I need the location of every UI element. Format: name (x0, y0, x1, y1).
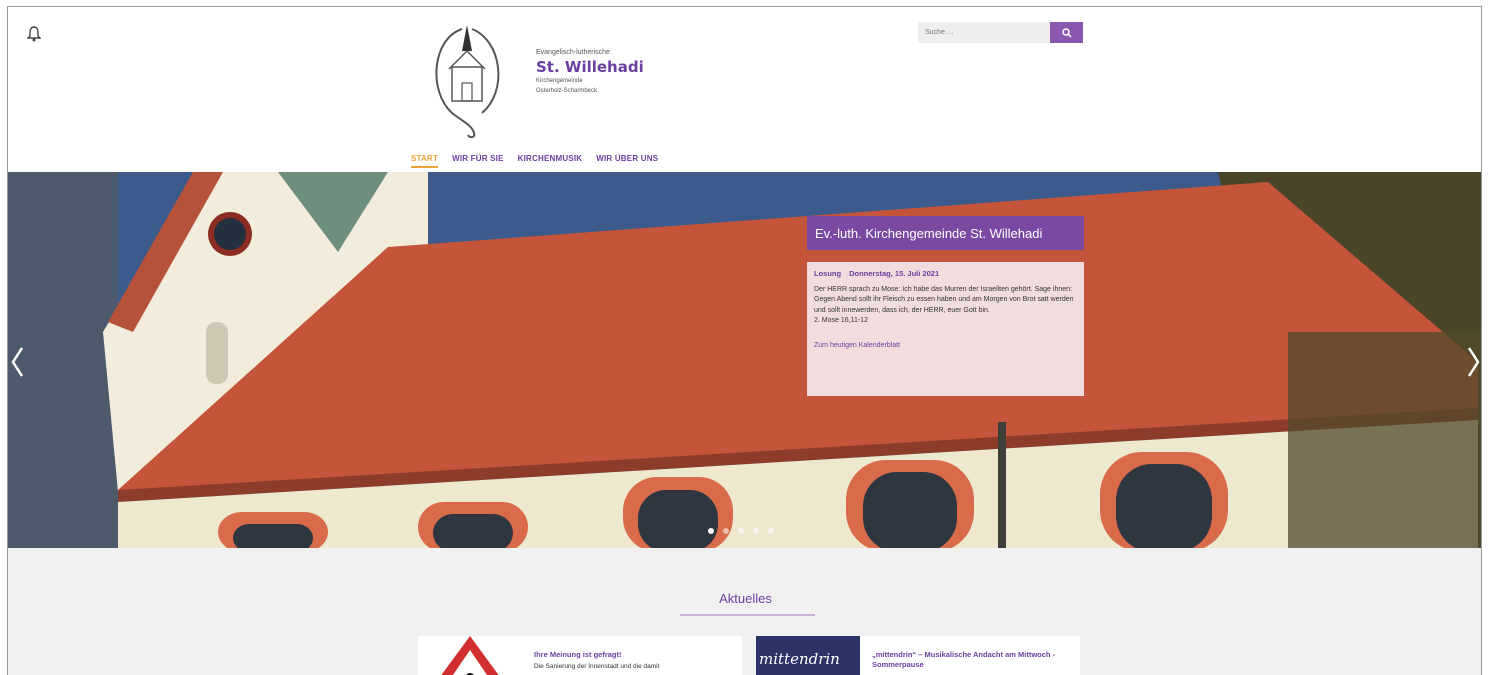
slide-indicators (708, 528, 774, 534)
news-section: Aktuelles Ihre Meinung ist gefragt! Die … (8, 548, 1481, 675)
browser-page: Evangelisch-lutherische St. Willehadi Ki… (7, 6, 1482, 675)
church-photo (8, 172, 1481, 548)
logo-pretitle: Evangelisch-lutherische (536, 49, 610, 56)
mittendrin-image-text: mittendrin (759, 650, 840, 668)
logo-name: St. Willehadi (536, 58, 644, 76)
main-nav: START WIR FÜR SIE KIRCHENMUSIK WIR ÜBER … (411, 154, 658, 168)
slide-dot[interactable] (738, 528, 744, 534)
prev-slide-arrow[interactable] (8, 342, 28, 382)
news-title: Aktuelles (719, 591, 772, 606)
news-card-body: Die Sanierung der Innenstadt und die dam… (534, 663, 660, 670)
losung-verse: Der HERR sprach zu Mose: Ich habe das Mu… (814, 285, 1074, 314)
news-card-text: „mittendrin“ – Musikalische Andacht am M… (872, 650, 1072, 670)
losung-label: Losung (814, 269, 842, 278)
hero-slider: Ev.-luth. Kirchengemeinde St. Willehadi … (8, 172, 1482, 548)
losung-date: Donnerstag, 15. Juli 2021 (849, 269, 940, 278)
search-icon (1061, 27, 1072, 38)
losung-box: Losung Donnerstag, 15. Juli 2021 Der HERR… (807, 262, 1084, 396)
bell-icon[interactable] (27, 26, 41, 42)
next-slide-arrow[interactable] (1463, 342, 1482, 382)
logo-subtitle-1: Kirchengemeinde (536, 78, 583, 84)
nav-item-wir-fuer-sie[interactable]: WIR FÜR SIE (452, 154, 504, 168)
slide-dot[interactable] (753, 528, 759, 534)
news-card-text: Ihre Meinung ist gefragt! Die Sanierung … (534, 650, 734, 670)
search-input[interactable] (918, 22, 1050, 43)
search-button[interactable] (1050, 22, 1083, 43)
losung-reference: 2. Mose 16,11-12 (814, 317, 868, 324)
news-card-title: Ihre Meinung ist gefragt! (534, 650, 622, 659)
nav-item-start[interactable]: START (411, 154, 439, 168)
losung-header: Losung Donnerstag, 15. Juli 2021 (814, 269, 1077, 280)
news-card-title: „mittendrin“ – Musikalische Andacht am M… (872, 650, 1056, 669)
mittendrin-image: mittendrin (756, 636, 860, 675)
nav-item-kirchenmusik[interactable]: KIRCHENMUSIK (518, 154, 583, 168)
news-card[interactable]: Ihre Meinung ist gefragt! Die Sanierung … (418, 636, 742, 675)
slide-dot[interactable] (723, 528, 729, 534)
calendar-link[interactable]: Zum heutigen Kalenderblatt (814, 341, 1077, 352)
slide-dot[interactable] (708, 528, 714, 534)
logo-subtitle-2: Osterholz-Scharmbeck (536, 88, 598, 94)
warning-sign-icon (418, 636, 522, 675)
news-divider (680, 614, 815, 616)
news-card[interactable]: mittendrin „mittendrin“ – Musikalische A… (756, 636, 1080, 675)
logo-text[interactable]: Evangelisch-lutherische St. Willehadi Ki… (536, 49, 644, 96)
hero-title: Ev.-luth. Kirchengemeinde St. Willehadi (807, 216, 1084, 250)
nav-item-wir-ueber-uns[interactable]: WIR ÜBER UNS (596, 154, 658, 168)
church-logo[interactable] (422, 21, 512, 141)
slide-dot[interactable] (768, 528, 774, 534)
